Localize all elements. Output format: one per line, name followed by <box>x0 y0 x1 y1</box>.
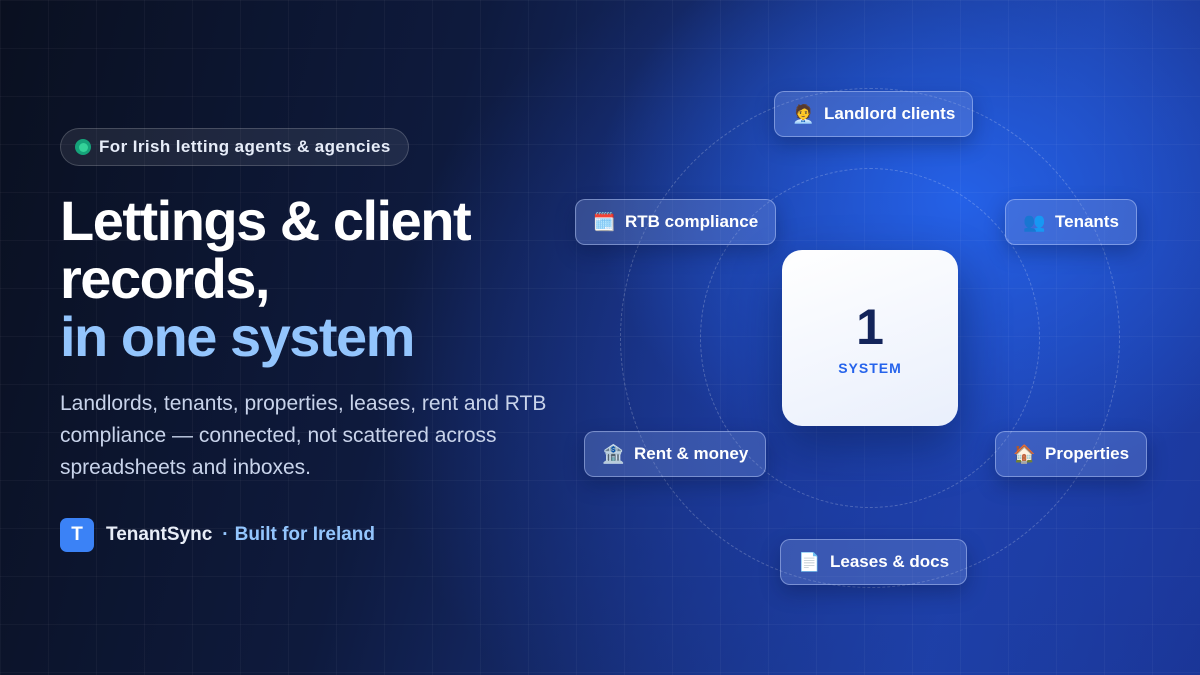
node-landlord-clients: 🧑‍💼 Landlord clients <box>774 91 974 137</box>
audience-badge: For Irish letting agents & agencies <box>60 128 409 166</box>
node-label: Rent & money <box>634 444 749 463</box>
brand-logo-icon: T <box>60 518 94 552</box>
node-label: Leases & docs <box>830 552 950 571</box>
node-label: Tenants <box>1055 212 1119 231</box>
hub-label: SYSTEM <box>838 360 902 376</box>
landlord-person-icon: 🧑‍💼 <box>792 103 815 124</box>
node-properties: 🏠 Properties <box>995 431 1148 477</box>
hub-number: 1 <box>856 299 884 355</box>
calendar-icon: 🗓️ <box>593 211 616 232</box>
headline: Lettings & client records, in one system <box>60 192 580 366</box>
brand-tagline: Built for Ireland <box>234 524 376 545</box>
house-icon: 🏠 <box>1013 443 1036 464</box>
headline-accent: in one system <box>60 305 415 368</box>
node-label: RTB compliance <box>625 212 759 231</box>
status-dot-icon <box>75 139 91 155</box>
brand-separator: · <box>222 524 229 545</box>
subtitle: Landlords, tenants, properties, leases, … <box>60 392 547 479</box>
bank-icon: 🏦 <box>602 443 625 464</box>
audience-badge-text: For Irish letting agents & agencies <box>99 137 391 156</box>
node-rent-money: 🏦 Rent & money <box>584 431 767 477</box>
brand-name: TenantSync <box>106 524 213 545</box>
node-rtb-compliance: 🗓️ RTB compliance <box>575 199 777 245</box>
node-label: Properties <box>1045 444 1130 463</box>
people-icon: 👥 <box>1023 211 1046 232</box>
node-leases-docs: 📄 Leases & docs <box>780 539 968 585</box>
node-tenants: 👥 Tenants <box>1005 199 1137 245</box>
system-hub-card: 1 SYSTEM <box>782 250 958 426</box>
brand-row: T TenantSync · Built for Ireland <box>60 518 580 552</box>
document-icon: 📄 <box>798 551 821 572</box>
hero-text: For Irish letting agents & agencies Lett… <box>60 128 580 552</box>
headline-main: Lettings & client records, <box>60 189 472 310</box>
node-label: Landlord clients <box>824 104 956 123</box>
